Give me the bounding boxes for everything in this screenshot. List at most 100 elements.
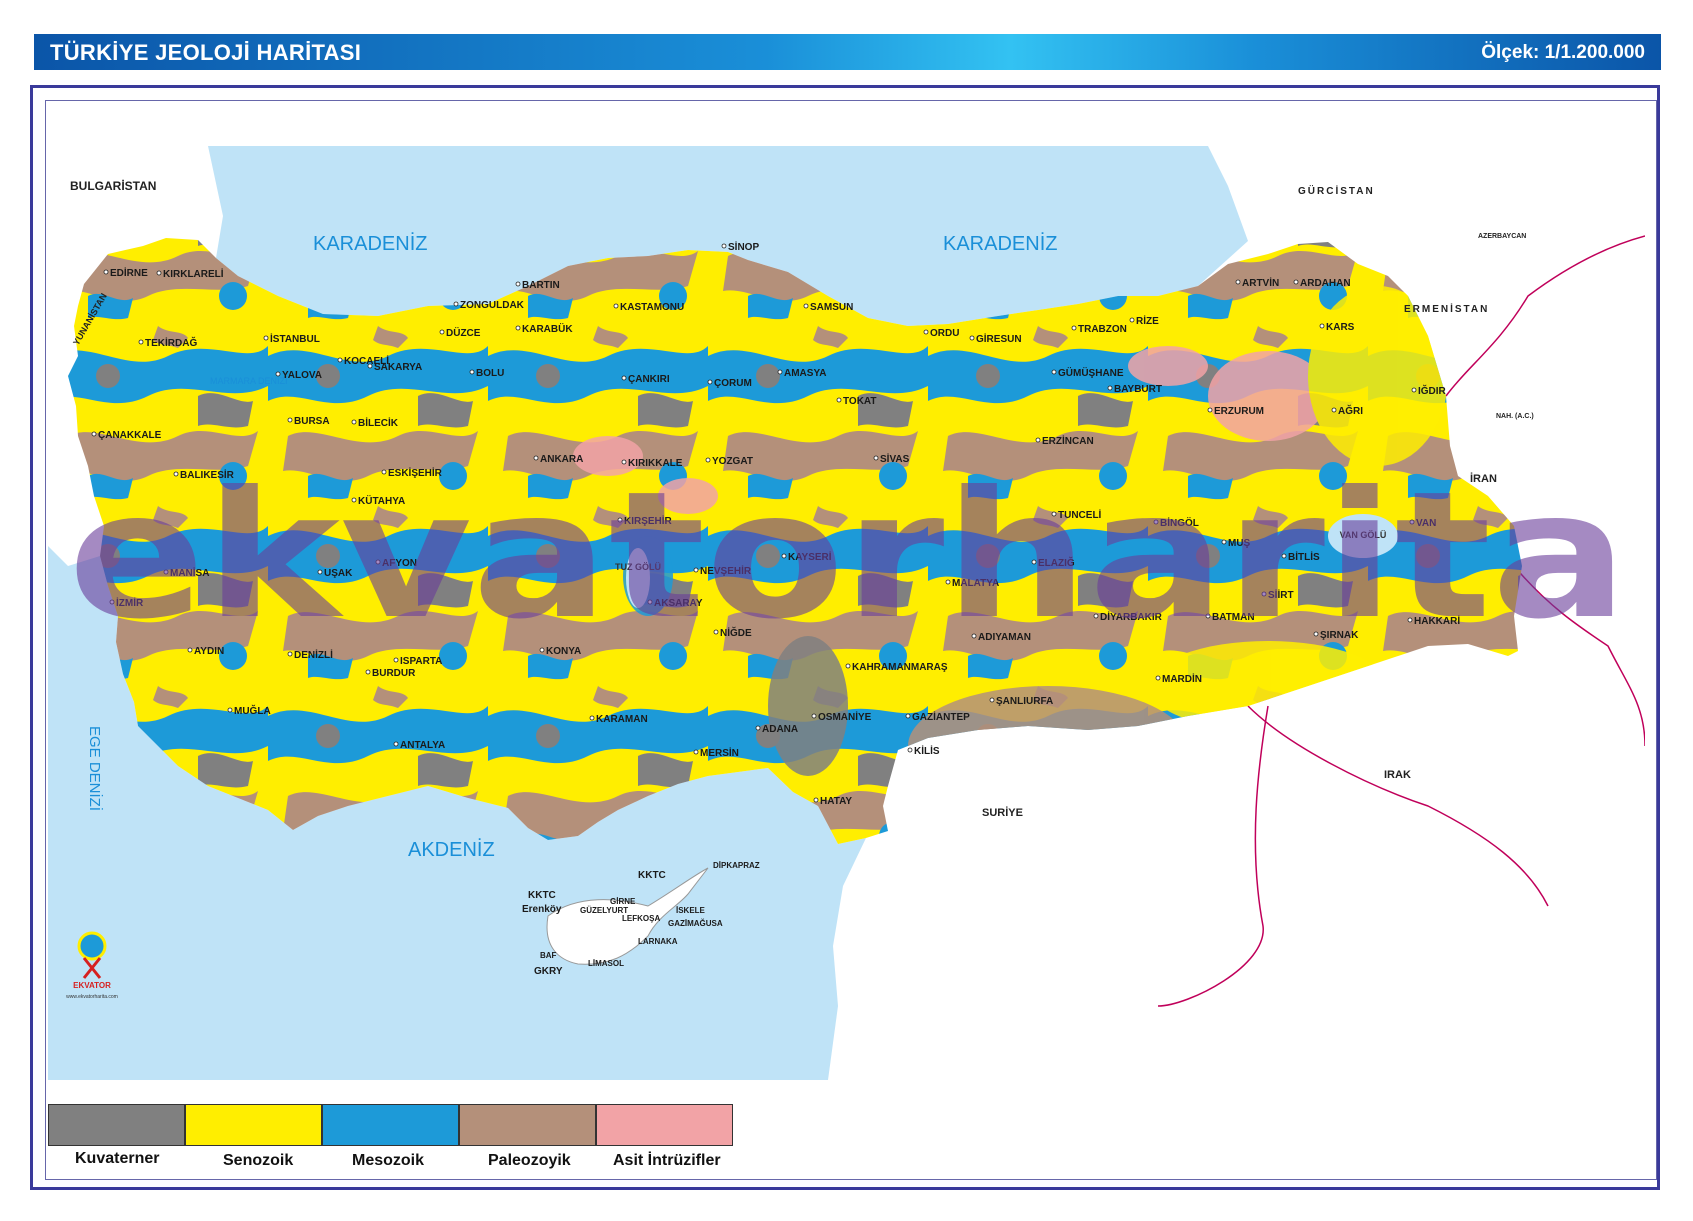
city-label: TRABZON <box>1078 324 1127 335</box>
city-marker <box>1051 369 1057 375</box>
cyprus-gazimagusa: GAZİMAĞUSA <box>668 919 723 928</box>
city-marker <box>813 797 819 803</box>
city-marker <box>811 713 817 719</box>
city-label: BİLECİK <box>358 416 399 429</box>
legend-swatch-mesozoik <box>322 1104 459 1146</box>
city-label: KAHRAMANMARAŞ <box>852 662 948 673</box>
aegean-label: EGE DENİZİ <box>86 726 104 811</box>
cyprus-girne: GİRNE <box>610 897 636 906</box>
city-label: İSTANBUL <box>270 332 320 345</box>
globe-icon <box>77 931 107 961</box>
city-marker <box>275 371 281 377</box>
city-label: GAZİANTEP <box>912 710 970 723</box>
city-marker <box>721 243 727 249</box>
city-label: ÇANAKKALE <box>98 430 162 441</box>
cyprus-dipkarpaz: DİPKAPRAZ <box>713 861 760 870</box>
city-marker <box>156 270 162 276</box>
city-label: SİNOP <box>728 240 759 253</box>
legend-swatch-asit-intruzifler <box>596 1104 733 1146</box>
cyprus-lefkosa: LEFKOŞA <box>622 914 660 923</box>
city-label: IĞDIR <box>1418 384 1447 397</box>
legend-label-asit-intruzifler: Asit İntrüzifler <box>613 1152 721 1169</box>
country-azerbaycan: AZERBAYCAN <box>1478 233 1526 240</box>
city-marker <box>351 419 357 425</box>
city-label: SAKARYA <box>374 362 422 373</box>
city-marker <box>469 369 475 375</box>
city-label: KASTAMONU <box>620 302 684 313</box>
city-marker <box>1293 279 1299 285</box>
city-marker <box>905 713 911 719</box>
cyprus-erenkoy: Erenköy <box>522 904 562 915</box>
city-marker <box>393 741 399 747</box>
city-label: ORDU <box>930 328 959 339</box>
geology-map: TUZ GÖLÜ VAN GÖLÜ KARADENİZ KARADENİZ AK… <box>48 146 1645 1080</box>
city-marker <box>515 281 521 287</box>
city-label: AĞRI <box>1338 404 1363 417</box>
city-label: ARDAHAN <box>1300 278 1351 289</box>
city-label: AMASYA <box>784 368 826 379</box>
title-bar: TÜRKİYE JEOLOJİ HARİTASI Ölçek: 1/1.200.… <box>34 34 1661 70</box>
country-ermenistan: ERMENİSTAN <box>1404 302 1489 315</box>
city-label: BURDUR <box>372 668 416 679</box>
legend-swatch-kuvaterner <box>48 1104 185 1146</box>
city-marker <box>515 325 521 331</box>
city-marker <box>693 749 699 755</box>
city-label: ADANA <box>762 724 798 735</box>
watermark-text: ekvatorharita <box>68 455 1628 658</box>
city-marker <box>1071 325 1077 331</box>
legend-label-mesozoik: Mesozoik <box>352 1152 425 1169</box>
city-label: OSMANİYE <box>818 710 872 723</box>
city-marker <box>1107 385 1113 391</box>
city-label: ERZİNCAN <box>1042 434 1094 447</box>
city-marker <box>923 329 929 335</box>
legend-label-senozoik: Senozoik <box>223 1152 294 1169</box>
city-label: KARABÜK <box>522 322 573 335</box>
city-marker <box>1207 407 1213 413</box>
city-label: KIRKLARELİ <box>163 267 224 280</box>
city-label: ÇORUM <box>714 378 752 389</box>
city-label: KİLİS <box>914 744 940 757</box>
city-label: MERSİN <box>700 746 739 759</box>
city-label: HATAY <box>820 796 852 807</box>
city-label: ARTVİN <box>1242 276 1279 289</box>
city-label: BAYBURT <box>1114 384 1162 395</box>
city-label: TEKİRDAĞ <box>145 336 197 349</box>
city-label: BARTIN <box>522 280 560 291</box>
city-label: ÇANKIRI <box>628 374 670 385</box>
legend-swatch-senozoik <box>185 1104 322 1146</box>
city-marker <box>1155 675 1161 681</box>
city-marker <box>453 301 459 307</box>
legend-label-paleozoyik: Paleozoyik <box>488 1152 571 1169</box>
city-label: KARS <box>1326 322 1355 333</box>
city-marker <box>91 431 97 437</box>
city-label: BURSA <box>294 416 330 427</box>
city-label: YALOVA <box>282 370 322 381</box>
marmara-label: MARMARA DENİZİ <box>210 376 288 386</box>
city-marker <box>907 747 913 753</box>
city-marker <box>337 357 343 363</box>
black-sea-label-east: KARADENİZ <box>943 232 1057 255</box>
city-marker <box>755 725 761 731</box>
city-marker <box>707 379 713 385</box>
city-marker <box>1319 323 1325 329</box>
city-label: ZONGULDAK <box>460 300 525 311</box>
country-irak: IRAK <box>1384 769 1411 781</box>
city-marker <box>777 369 783 375</box>
city-marker <box>1129 317 1135 323</box>
map-scale: Ölçek: 1/1.200.000 <box>1481 42 1645 63</box>
cyprus-kktc-label-1: KKTC <box>638 870 666 881</box>
city-marker <box>613 303 619 309</box>
city-label: ŞANLIURFA <box>996 696 1053 707</box>
logo-url: www.ekvatorharita.com <box>66 994 118 1000</box>
city-marker <box>845 663 851 669</box>
cyprus-baf: BAF <box>540 951 557 960</box>
city-marker <box>367 363 373 369</box>
city-label: BOLU <box>476 368 504 379</box>
city-marker <box>803 303 809 309</box>
city-label: DÜZCE <box>446 326 481 339</box>
city-label: MUĞLA <box>234 704 271 717</box>
city-marker <box>365 669 371 675</box>
city-label: GİRESUN <box>976 332 1022 345</box>
cyprus-larnaka: LARNAKA <box>638 937 678 946</box>
city-marker <box>836 397 842 403</box>
